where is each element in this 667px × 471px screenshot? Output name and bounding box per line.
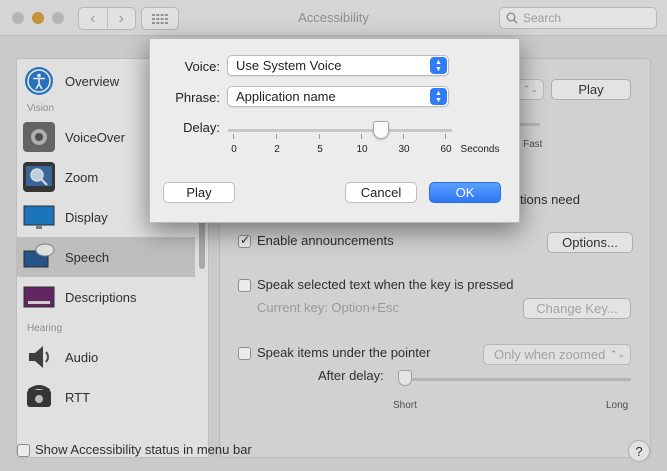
delay-unit-label: Seconds <box>460 144 500 155</box>
phrase-popup[interactable]: Application name ▲ ▼ <box>227 86 449 107</box>
delay-tick <box>276 134 277 139</box>
ok-button[interactable]: OK <box>429 182 501 203</box>
delay-slider-track[interactable] <box>228 129 452 132</box>
delay-tick-label: 60 <box>440 144 452 155</box>
delay-slider-knob[interactable] <box>373 121 389 139</box>
delay-tick-label: 30 <box>398 144 410 155</box>
delay-label: Delay: <box>183 120 220 135</box>
voice-value: Use System Voice <box>236 58 342 73</box>
sheet-play-button[interactable]: Play <box>163 182 235 203</box>
delay-tick-label: 10 <box>356 144 368 155</box>
cancel-button[interactable]: Cancel <box>345 182 417 203</box>
delay-tick <box>361 134 362 139</box>
phrase-value: Application name <box>236 89 336 104</box>
delay-tick <box>233 134 234 139</box>
voice-popup[interactable]: Use System Voice ▲ ▼ <box>227 55 449 76</box>
phrase-label: Phrase: <box>175 90 220 105</box>
updown-arrows-icon: ▲ ▼ <box>430 88 447 105</box>
delay-tick <box>319 134 320 139</box>
updown-arrows-icon: ▲ ▼ <box>430 57 447 74</box>
delay-tick <box>403 134 404 139</box>
delay-tick <box>445 134 446 139</box>
delay-tick-label: 5 <box>317 144 323 155</box>
delay-tick-label: 0 <box>231 144 237 155</box>
delay-tick-label: 2 <box>274 144 280 155</box>
voice-label: Voice: <box>184 59 220 74</box>
